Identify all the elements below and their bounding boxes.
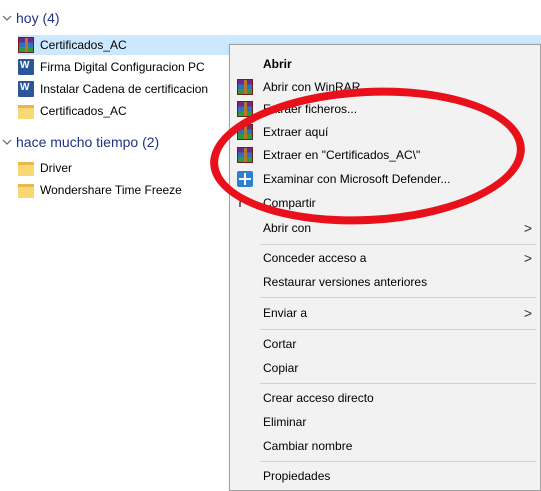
- group-header-old[interactable]: hace mucho tiempo (2): [0, 133, 159, 151]
- winrar-icon: [237, 124, 253, 140]
- file-name: Certificados_AC: [40, 104, 127, 118]
- winrar-icon: [237, 79, 253, 95]
- defender-shield-icon: [237, 171, 253, 187]
- winrar-icon: [237, 147, 253, 163]
- file-name: Instalar Cadena de certificacion: [40, 82, 209, 96]
- context-menu: Abrir Abrir con WinRAR Extraer ficheros.…: [229, 44, 541, 491]
- chevron-right-icon: >: [523, 250, 532, 266]
- folder-icon: [18, 184, 34, 198]
- file-name: Driver: [40, 161, 72, 175]
- menu-item-eliminar[interactable]: Eliminar: [230, 411, 540, 433]
- menu-item-abrir-con[interactable]: Abrir con >: [230, 217, 540, 239]
- menu-item-cambiar-nombre[interactable]: Cambiar nombre: [230, 435, 540, 457]
- menu-item-cortar[interactable]: Cortar: [230, 333, 540, 355]
- group-header-label: hace mucho tiempo (2): [16, 134, 160, 150]
- group-header-label: hoy (4): [16, 10, 60, 26]
- file-item-firma-digital[interactable]: Firma Digital Configuracion PC: [18, 57, 205, 77]
- menu-item-extraer-en[interactable]: Extraer en "Certificados_AC\": [230, 144, 540, 166]
- file-item-driver[interactable]: Driver: [18, 158, 72, 178]
- group-divider: [92, 9, 538, 27]
- share-icon: [237, 195, 253, 211]
- chevron-right-icon: >: [523, 220, 532, 236]
- folder-icon: [18, 162, 34, 176]
- menu-separator: [260, 329, 536, 330]
- menu-item-restaurar-versiones[interactable]: Restaurar versiones anteriores: [230, 271, 540, 293]
- file-item-instalar-cadena[interactable]: Instalar Cadena de certificacion: [18, 79, 208, 99]
- menu-item-examinar-defender[interactable]: Examinar con Microsoft Defender...: [230, 168, 540, 190]
- menu-separator: [260, 244, 536, 245]
- file-item-wondershare[interactable]: Wondershare Time Freeze: [18, 180, 182, 200]
- menu-separator: [260, 297, 536, 298]
- winrar-archive-icon: [18, 37, 34, 53]
- menu-item-copiar[interactable]: Copiar: [230, 357, 540, 379]
- chevron-down-icon[interactable]: [0, 135, 14, 149]
- winrar-icon: [237, 101, 253, 117]
- file-item-certificados-folder[interactable]: Certificados_AC: [18, 101, 127, 121]
- menu-item-abrir-con-winrar[interactable]: Abrir con WinRAR: [230, 76, 540, 98]
- menu-separator: [260, 461, 536, 462]
- menu-item-extraer-ficheros[interactable]: Extraer ficheros...: [230, 98, 540, 120]
- file-name: Wondershare Time Freeze: [40, 183, 182, 197]
- menu-item-extraer-aqui[interactable]: Extraer aquí: [230, 121, 540, 143]
- menu-item-conceder-acceso[interactable]: Conceder acceso a >: [230, 247, 540, 269]
- menu-item-abrir[interactable]: Abrir: [230, 53, 540, 75]
- menu-separator: [260, 383, 536, 384]
- file-name: Firma Digital Configuracion PC: [40, 60, 205, 74]
- menu-item-enviar-a[interactable]: Enviar a >: [230, 302, 540, 324]
- menu-item-propiedades[interactable]: Propiedades: [230, 465, 540, 487]
- word-document-icon: [18, 59, 34, 75]
- chevron-down-icon[interactable]: [0, 11, 14, 25]
- menu-item-crear-acceso-directo[interactable]: Crear acceso directo: [230, 387, 540, 409]
- folder-icon: [18, 105, 34, 119]
- chevron-right-icon: >: [523, 305, 532, 321]
- file-name: Certificados_AC: [40, 38, 127, 52]
- word-document-icon: [18, 81, 34, 97]
- menu-item-compartir[interactable]: Compartir: [230, 192, 540, 214]
- group-header-today[interactable]: hoy (4): [0, 9, 60, 27]
